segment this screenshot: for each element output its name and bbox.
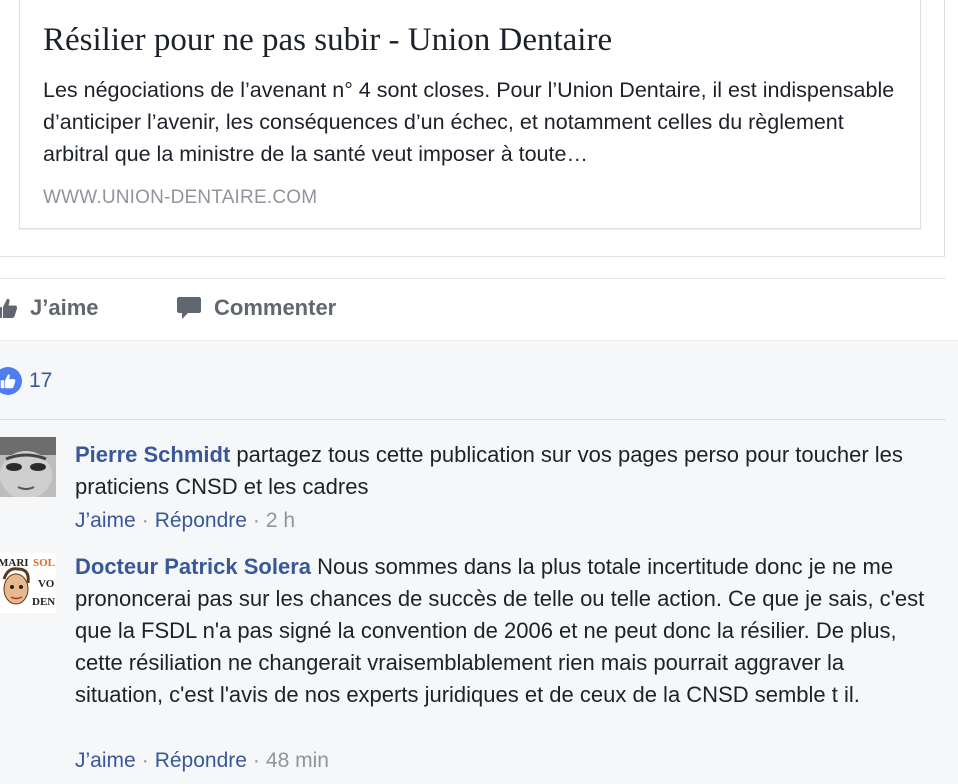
comment-text: Pierre Schmidt partagez tous cette publi… [75,439,925,503]
comment-like-link[interactable]: J’aime [75,509,136,532]
speech-bubble-icon [177,297,201,319]
comment-timestamp[interactable]: 2 h [266,509,295,532]
comments-section: 17 Pierre Schmidt partagez tous cette pu… [0,340,958,784]
separator: · [252,749,260,772]
comment-meta: J’aime · Répondre · 2 h [75,509,295,533]
facebook-post: Résilier pour ne pas subir - Union Denta… [0,0,958,784]
comment-author[interactable]: Pierre Schmidt [75,442,230,467]
comment-timestamp[interactable]: 48 min [266,749,329,772]
comment-button[interactable]: Commenter [176,295,336,321]
separator: · [252,509,260,532]
like-button[interactable]: J’aime [0,295,99,321]
link-title[interactable]: Résilier pour ne pas subir - Union Denta… [43,22,612,59]
like-label: J’aime [30,295,99,320]
link-preview-card[interactable]: Résilier pour ne pas subir - Union Denta… [19,0,921,229]
avatar[interactable] [0,437,56,497]
comment-like-link[interactable]: J’aime [75,749,136,772]
comment-author[interactable]: Docteur Patrick Solera [75,554,311,579]
link-description: Les négociations de l’avenant n° 4 sont … [43,78,895,166]
comment-reply-link[interactable]: Répondre [155,749,247,772]
reactions-summary[interactable]: 17 [0,367,52,395]
comment-reply-link[interactable]: Répondre [155,509,247,532]
comment-text: Docteur Patrick Solera Nous sommes dans … [75,551,925,711]
thumbs-up-icon [0,298,18,318]
reaction-count[interactable]: 17 [29,369,52,393]
separator: · [141,749,149,772]
avatar-text: VO [38,578,55,590]
like-reaction-icon [0,367,22,395]
post-action-bar: J’aime Commenter [0,278,946,341]
avatar-text: DEN [32,596,55,608]
comment-meta: J’aime · Répondre · 48 min [75,749,329,773]
avatar[interactable]: MARI SOL VO DEN [0,553,56,613]
avatar-text: MARI [0,557,29,569]
comment-label: Commenter [214,295,337,320]
avatar-text: SOL [33,557,55,569]
separator: · [141,509,149,532]
link-domain: WWW.UNION-DENTAIRE.COM [43,187,318,208]
divider [0,419,946,420]
